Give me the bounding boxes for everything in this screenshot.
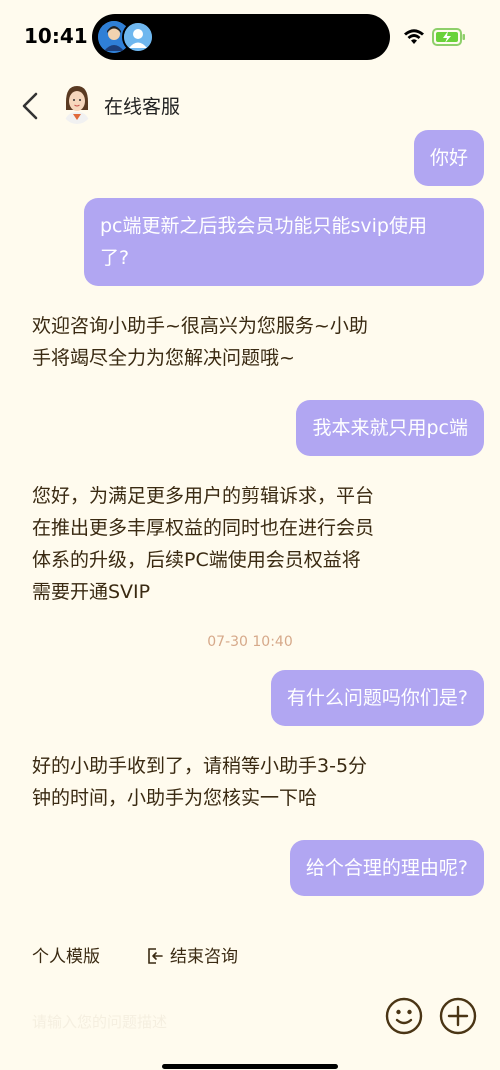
message-text: 你好 (429, 147, 468, 169)
outgoing-message[interactable]: 有什么问题吗你们是? (270, 670, 484, 726)
message-text: 手将竭尽全力为您解决问题哦~ (32, 347, 295, 369)
home-indicator (162, 1064, 338, 1069)
message-timestamp: 07-30 10:40 (207, 634, 293, 650)
message-text: 体系的升级，后续PC端使用会员权益将 (32, 549, 361, 571)
emoji-button[interactable] (384, 996, 424, 1036)
message-text: 我本来就只用pc端 (312, 417, 468, 439)
battery-icon (432, 28, 465, 46)
message-input[interactable] (30, 1004, 364, 1040)
incoming-message: 欢迎咨询小助手~很高兴为您服务~小助 手将竭尽全力为您解决问题哦~ (32, 310, 412, 374)
end-consultation-button[interactable]: 结束咨询 (146, 942, 238, 967)
status-time: 10:41 (24, 24, 88, 48)
outgoing-message[interactable]: 我本来就只用pc端 (296, 400, 484, 456)
message-text: 了? (100, 247, 130, 269)
personal-template-button[interactable]: 个人模版 (32, 942, 100, 967)
add-attachment-button[interactable] (438, 996, 478, 1036)
wifi-icon (404, 29, 424, 44)
outgoing-message[interactable]: 你好 (413, 130, 484, 186)
agent-avatar (60, 84, 94, 124)
message-text: 您好，为满足更多用户的剪辑诉求，平台 (32, 485, 375, 507)
status-bar: 10:41 (0, 0, 500, 70)
message-text: 欢迎咨询小助手~很高兴为您服务~小助 (32, 315, 368, 337)
chat-header: 在线客服 (0, 78, 500, 134)
input-bar (0, 996, 500, 1046)
personal-template-label: 个人模版 (32, 947, 100, 967)
logout-icon (148, 948, 163, 964)
message-text: 给个合理的理由呢? (305, 857, 468, 879)
message-text: pc端更新之后我会员功能只能svip使用 (100, 215, 427, 237)
message-text: 钟的时间，小助手为您核实一下哈 (32, 787, 318, 809)
dynamic-island (92, 14, 390, 60)
back-icon (22, 92, 38, 120)
outgoing-message[interactable]: 给个合理的理由呢? (289, 840, 484, 896)
message-list: 你好 pc端更新之后我会员功能只能svip使用 了? 欢迎咨询小助手~很高兴为您… (0, 130, 500, 920)
message-text: 好的小助手收到了，请稍等小助手3-5分 (32, 755, 368, 777)
message-text: 有什么问题吗你们是? (286, 687, 468, 709)
plus-icon (439, 997, 477, 1035)
end-consultation-label: 结束咨询 (170, 947, 238, 967)
contact-avatar-icon (122, 21, 154, 53)
message-text: 在推出更多丰厚权益的同时也在进行会员 (32, 517, 375, 539)
page-title: 在线客服 (104, 96, 181, 118)
back-button[interactable] (14, 84, 48, 128)
chat-screen: 10:41 在线客服 你好 pc端更新之后我会员功能只能svip使用 了? 欢迎… (0, 0, 500, 1070)
outgoing-message[interactable]: pc端更新之后我会员功能只能svip使用 了? (84, 198, 484, 286)
message-text: 需要开通SVIP (32, 581, 151, 603)
incoming-message: 好的小助手收到了，请稍等小助手3-5分 钟的时间，小助手为您核实一下哈 (32, 750, 412, 814)
incoming-message: 您好，为满足更多用户的剪辑诉求，平台 在推出更多丰厚权益的同时也在进行会员 体系… (32, 480, 412, 608)
emoji-icon (385, 997, 423, 1035)
island-activity-avatars (98, 21, 158, 53)
